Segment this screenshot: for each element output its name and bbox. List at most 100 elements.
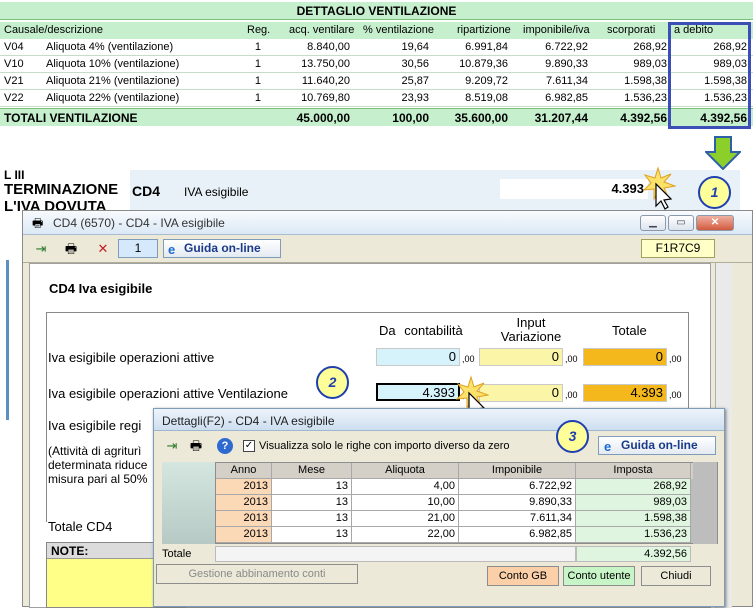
ventilazione-table: DETTAGLIO VENTILAZIONE Causale/descrizio… [0,0,753,127]
ventilazione-row: V04 Aliquota 4% (ventilazione) 1 8.840,00 19… [0,39,753,56]
gestione-abbinamento-button[interactable]: Gestione abbinamento conti [156,564,358,584]
row1-da-field[interactable]: 0 [376,348,460,366]
grid-cell-anno: 2013 [216,511,272,527]
minimize-button[interactable]: ▁ [640,215,666,231]
cd4-label: IVA esigibile [184,185,249,199]
ventilazione-totals: TOTALI VENTILAZIONE 45.000,00 100,00 35.… [0,108,753,126]
grid-cell-imposta: 989,03 [576,495,691,511]
ventilazione-cell-code: V10 [4,58,24,70]
cd4-code: CD4 [132,183,161,199]
ventilazione-row: V21 Aliquota 21% (ventilazione) 1 11.640,20… [0,73,753,90]
guida-online-button[interactable]: e Guida on-line [163,239,281,258]
totals-rip: 35.600,00 [454,111,508,125]
form-heading: CD4 Iva esigibile [49,281,153,296]
cd4-value-field[interactable]: 4.393 [500,179,648,199]
grid-scroll-area[interactable] [693,462,717,544]
grid-col-imposta: Imposta [576,463,691,479]
details-grid: Anno Mese Aliquota Imponibile Imposta 20… [215,462,718,544]
close-window-button[interactable]: ✕ [696,215,734,231]
ventilazione-cell-perc: 23,93 [401,92,429,104]
grid-row[interactable]: 2013 13 22,00 6.982,85 1.536,23 [216,527,717,543]
row1-total-field[interactable]: 0 [583,348,667,366]
section-label: L III [4,168,25,182]
row-regime-label: Iva esigibile regi [48,418,142,433]
grid-row[interactable]: 2013 13 21,00 7.611,34 1.598,38 [216,511,717,527]
click-burst-icon [642,166,676,210]
col-imp: imponibile/iva [523,24,590,36]
dialog-totale-value: 4.392,56 [576,546,691,562]
ie-icon: e [168,242,176,257]
ventilazione-cell-imp: 6.722,92 [545,41,588,53]
totale-spacer [215,546,576,562]
ventilazione-cell-imp: 6.982,85 [545,92,588,104]
regime-note-2: determinata riduce [48,458,148,472]
grid-cell-aliq: 10,00 [352,495,459,511]
col-sco: scorporati [607,24,656,36]
grid-row[interactable]: 2013 13 4,00 6.722,92 268,92 [216,479,717,495]
ventilazione-cell-acq: 13.750,00 [301,58,350,70]
regime-note-1: (Attività di agriturì [48,444,142,458]
grid-cell-imposta: 268,92 [576,479,691,495]
visualizza-checkbox[interactable]: ✓ [243,440,255,452]
chiudi-button[interactable]: Chiudi [641,566,711,586]
col-rip: ripartizione [457,24,511,36]
totale-cd4-label: Totale CD4 [48,519,113,534]
row2-da-field[interactable]: 4.393 [376,383,460,401]
dialog-guida-label: Guida on-line [621,438,698,452]
row2-input-field[interactable]: 0 [479,384,563,402]
window-titlebar[interactable]: 🖶 CD4 (6570) - CD4 - IVA esigibile ▁ ▭ ✕ [23,211,752,235]
ventilazione-cell-acq: 10.769,80 [301,92,350,104]
row1-input-field[interactable]: 0 [479,348,563,366]
dialog-totale-label: Totale [162,548,192,560]
dialog-toolbar: ⇥ 🖶 ? ✓ Visualizza solo le righe con imp… [154,431,724,459]
print-icon[interactable]: 🖶 [188,438,204,454]
dettagli-dialog: Dettagli(F2) - CD4 - IVA esigibile ⇥ 🖶 ?… [153,408,725,607]
ventilazione-cell-perc: 25,87 [401,75,429,87]
step-marker-2: 2 [316,366,349,399]
grid-col-mese: Mese [272,463,352,479]
grid-cell-anno: 2013 [216,495,272,511]
ventilazione-cell-reg: 1 [254,41,261,53]
conto-utente-button[interactable]: Conto utente [563,566,635,586]
ventilazione-row: V22 Aliquota 22% (ventilazione) 1 10.769,80… [0,90,753,107]
grid-row[interactable]: 2013 13 10,00 9.890,33 989,03 [216,495,717,511]
page-number-field[interactable]: 1 [118,239,158,258]
dialog-guida-button[interactable]: e Guida on-line [598,436,716,455]
ventilazione-cell-perc: 30,56 [401,58,429,70]
field-code: F1R7C9 [641,239,715,258]
grid-cell-mese: 13 [272,495,352,511]
ventilazione-header: Causale/descrizione Reg. acq. ventilare … [0,22,753,39]
row2-total-decimals: ,00 [669,390,682,400]
ventilazione-cell-code: V21 [4,75,24,87]
ventilazione-cell-desc: Aliquota 21% (ventilazione) [46,75,180,87]
maximize-button[interactable]: ▭ [668,215,694,231]
grid-cell-imp: 6.982,85 [459,527,576,543]
grid-cell-mese: 13 [272,511,352,527]
grid-cell-mese: 13 [272,527,352,543]
ventilazione-cell-acq: 11.640,20 [301,75,350,87]
dialog-titlebar[interactable]: Dettagli(F2) - CD4 - IVA esigibile [154,409,724,431]
col-input-variazione: Input Variazione [500,315,562,344]
col-reg: Reg. [247,24,271,36]
grid-cell-imp: 7.611,34 [459,511,576,527]
ventilazione-cell-desc: Aliquota 4% (ventilazione) [46,41,174,53]
ventilazione-cell-rip: 10.879,36 [459,58,508,70]
col-totale: Totale [612,323,647,338]
regime-note-3: misura pari al 50% [48,472,148,486]
exit-icon[interactable]: ⇥ [33,241,49,257]
grid-side-panel [162,462,215,544]
grid-col-aliquota: Aliquota [352,463,459,479]
help-icon[interactable]: ? [217,438,233,454]
print-icon[interactable]: 🖶 [63,241,79,257]
grid-col-imponibile: Imponibile [459,463,576,479]
col-perc: % ventilazione [363,24,434,36]
ventilazione-cell-sco: 1.536,23 [624,92,667,104]
dialog-title: Dettagli(F2) - CD4 - IVA esigibile [162,414,335,428]
grid-cell-anno: 2013 [216,527,272,543]
exit-icon[interactable]: ⇥ [164,438,180,454]
ventilazione-cell-rip: 8.519,08 [465,92,508,104]
row2-total-field[interactable]: 4.393 [583,384,667,402]
delete-icon[interactable]: ✕ [95,241,111,257]
conto-gb-button[interactable]: Conto GB [487,566,559,586]
grid-cell-aliq: 22,00 [352,527,459,543]
